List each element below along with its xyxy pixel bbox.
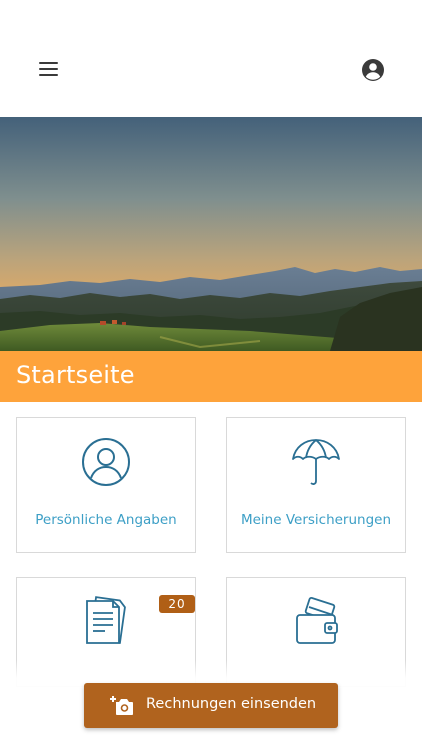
person-circle-icon (79, 435, 133, 489)
submit-invoices-button[interactable]: Rechnungen einsenden (84, 683, 338, 728)
hamburger-menu-icon[interactable] (38, 58, 62, 80)
add-photo-camera-icon (110, 694, 134, 716)
submit-invoices-label: Rechnungen einsenden (146, 696, 317, 712)
page-title-bar: Startseite (0, 351, 422, 402)
documents-icon (79, 595, 133, 649)
app-header (0, 0, 422, 117)
wallet-card-icon (289, 595, 343, 649)
umbrella-icon (289, 435, 343, 489)
tile-my-insurances[interactable]: Meine Versicherungen (226, 417, 406, 553)
account-circle-icon[interactable] (361, 58, 385, 82)
tile-personal-details[interactable]: Persönliche Angaben (16, 417, 196, 553)
tile-label: Meine Versicherungen (240, 512, 392, 528)
page-title: Startseite (16, 361, 135, 389)
hero-landscape-image (0, 117, 422, 351)
tile-label: Persönliche Angaben (35, 512, 177, 528)
notification-badge: 20 (159, 595, 195, 613)
